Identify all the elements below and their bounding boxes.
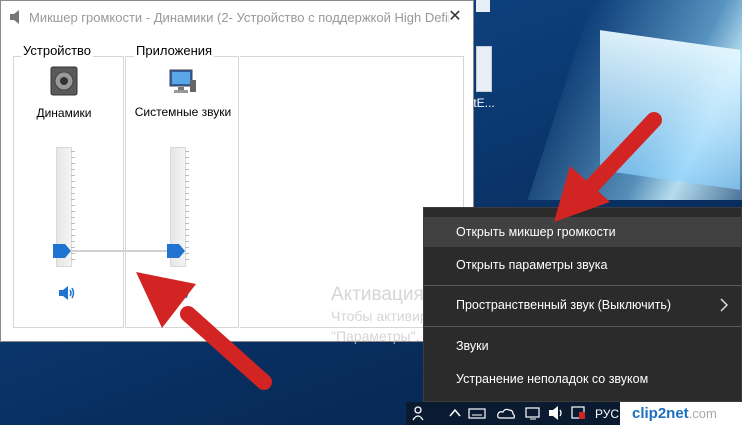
action-center-icon[interactable] [570,405,586,421]
chevron-up-icon[interactable] [448,405,462,421]
device-section-label: Устройство [21,43,94,58]
chevron-right-icon [720,298,729,312]
clip2net-watermark: clip2net.com [620,402,742,425]
menu-item-sounds[interactable]: Звуки [424,331,741,361]
menu-item-open-sound-settings[interactable]: Открыть параметры звука [424,250,741,280]
speakers-volume-ticks [71,151,75,265]
menu-item-troubleshoot[interactable]: Устранение неполадок со звуком [424,364,741,394]
menu-item-spatial-sound-label: Пространственный звук (Выключить) [456,298,672,312]
window-titlebar[interactable]: Микшер громкости - Динамики (2- Устройст… [1,1,473,33]
channel-name-system-sounds: Системные звуки [134,105,232,119]
system-sounds-volume-thumb[interactable] [167,244,185,258]
desktop-file-icon[interactable] [476,46,492,92]
speakers-volume-thumb[interactable] [53,244,71,258]
applications-section-label: Приложения [134,43,215,58]
desktop-icon-top[interactable] [476,0,490,12]
language-indicator[interactable]: РУС [595,402,619,425]
speaker-title-icon [10,10,19,24]
system-sounds-volume-ticks [185,151,189,265]
people-icon[interactable] [412,405,426,421]
speaker-device-icon[interactable] [50,66,78,96]
volume-icon[interactable] [548,405,566,421]
annotation-arrow-menu [554,112,662,222]
menu-separator [424,285,741,286]
onedrive-icon[interactable] [496,405,516,421]
close-button[interactable]: ✕ [437,1,473,31]
menu-item-spatial-sound[interactable]: Пространственный звук (Выключить) [424,290,741,320]
clip2net-logo-text: clip2net.com [632,405,717,422]
system-sounds-icon[interactable] [167,68,197,96]
volume-context-menu: Открыть микшер громкости Открыть парамет… [423,207,742,402]
speakers-mute-button[interactable] [58,285,76,301]
keyboard-icon[interactable] [468,405,486,421]
window-title: Микшер громкости - Динамики (2- Устройст… [29,9,449,25]
channel-name-speakers: Динамики [36,106,92,120]
annotation-arrow-mixer [136,272,272,390]
menu-separator [424,326,741,327]
network-icon[interactable] [524,405,542,421]
